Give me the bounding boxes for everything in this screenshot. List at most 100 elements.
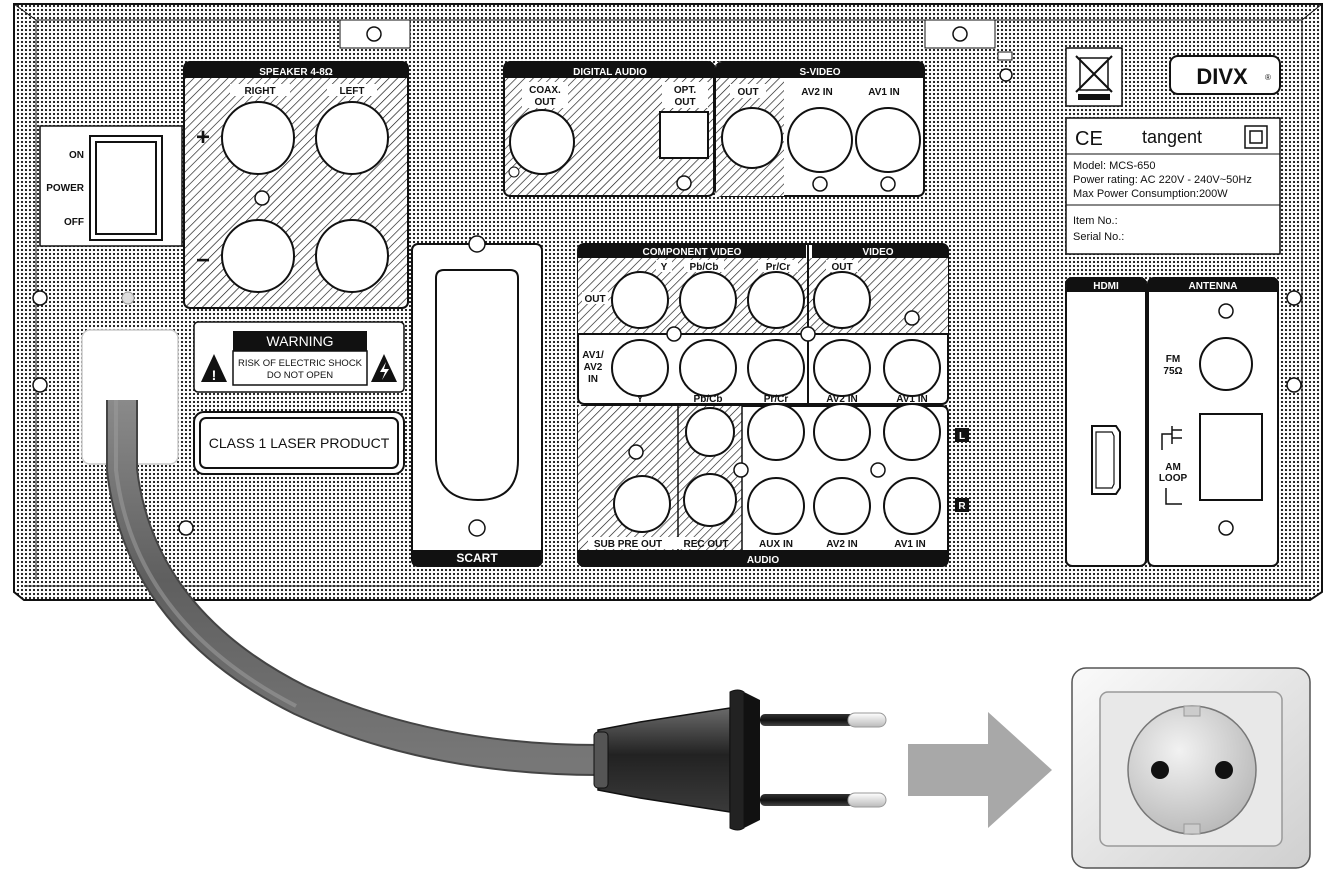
cv-avin-label-1: AV1/ xyxy=(582,350,604,361)
am-loop-label: LOOP xyxy=(1159,473,1188,484)
cv-out-label: OUT xyxy=(584,294,605,305)
av2-in-r-jack[interactable] xyxy=(813,477,871,535)
power-switch-panel: ON POWER OFF xyxy=(39,125,183,247)
rating-model: Model: MCS-650 xyxy=(1073,160,1156,172)
rec-out-l-jack[interactable] xyxy=(685,407,735,457)
av2-in-l-jack[interactable] xyxy=(813,403,871,461)
speaker-right-minus-terminal[interactable] xyxy=(221,219,295,293)
rec-out-label: REC OUT xyxy=(684,539,729,550)
divx-text: DIVX xyxy=(1196,64,1248,89)
optical-out-port[interactable] xyxy=(659,111,709,159)
am-label: AM xyxy=(1165,462,1181,473)
cv-avin-label-3: IN xyxy=(588,374,598,385)
sub-pre-out-jack[interactable] xyxy=(613,475,671,533)
power-on-label: ON xyxy=(69,150,84,161)
svideo-out-jack[interactable] xyxy=(721,107,783,169)
insert-arrow-icon xyxy=(908,712,1052,828)
aux-in-r-jack[interactable] xyxy=(747,477,805,535)
wall-socket xyxy=(1071,667,1311,869)
audio-av1-label: AV1 IN xyxy=(894,539,926,550)
svideo-header: S-VIDEO xyxy=(799,67,840,78)
speaker-plus-label: + xyxy=(196,124,210,151)
antenna-header: ANTENNA xyxy=(1189,281,1238,292)
rear-panel-diagram: ON POWER OFF SPEAKER 4-8Ω RIGHT LEFT + −… xyxy=(13,3,1323,869)
warning-title: WARNING xyxy=(266,333,333,349)
power-plug xyxy=(593,689,887,831)
speaker-left-plus-terminal[interactable] xyxy=(315,101,389,175)
cv-avin-label-2: AV2 xyxy=(584,362,603,373)
component-video-header: COMPONENT VIDEO xyxy=(643,247,742,258)
power-off-label: OFF xyxy=(64,217,84,228)
video-out-jack[interactable] xyxy=(813,271,871,329)
svideo-av1-jack[interactable] xyxy=(855,107,921,173)
brand-name: tangent xyxy=(1142,127,1202,147)
opt-label-line1: OPT. xyxy=(674,85,696,96)
fm-ohm-label: 75Ω xyxy=(1163,366,1182,377)
speaker-section: SPEAKER 4-8Ω RIGHT LEFT + − xyxy=(183,61,409,309)
power-label: POWER xyxy=(46,183,85,194)
video-av1-in-jack[interactable] xyxy=(883,339,941,397)
hdmi-header: HDMI xyxy=(1093,281,1119,292)
cv-pb-in-jack[interactable] xyxy=(679,339,737,397)
cv-pr-in-jack[interactable] xyxy=(747,339,805,397)
scart-connector[interactable] xyxy=(435,269,519,502)
socket-hole-left xyxy=(1151,761,1169,779)
warning-line1: RISK OF ELECTRIC SHOCK xyxy=(238,358,363,369)
svideo-av2-label: AV2 IN xyxy=(801,87,833,98)
fm-antenna-jack[interactable] xyxy=(1199,337,1253,391)
cv-y-in-jack[interactable] xyxy=(611,339,669,397)
antenna-section: ANTENNA FM 75Ω AM LOOP xyxy=(1147,277,1279,567)
rec-out-r-jack[interactable] xyxy=(683,473,737,527)
warning-label: WARNING RISK OF ELECTRIC SHOCK DO NOT OP… xyxy=(193,321,405,393)
rating-max: Max Power Consumption:200W xyxy=(1073,188,1228,200)
video-av2-in-jack[interactable] xyxy=(813,339,871,397)
svideo-av2-jack[interactable] xyxy=(787,107,853,173)
cv-pb-out-jack[interactable] xyxy=(679,271,737,329)
hdmi-section: HDMI xyxy=(1065,277,1147,567)
svg-text:!: ! xyxy=(212,367,217,383)
speaker-header: SPEAKER 4-8Ω xyxy=(259,67,333,78)
speaker-minus-label: − xyxy=(196,247,210,274)
speaker-left-minus-terminal[interactable] xyxy=(315,219,389,293)
cv-y-label: Y xyxy=(661,262,668,273)
fm-label: FM xyxy=(1166,354,1180,365)
svideo-av1-label: AV1 IN xyxy=(868,87,900,98)
cv-pr-out-jack[interactable] xyxy=(747,271,805,329)
scart-section: SCART xyxy=(411,235,543,567)
rating-item: Item No.: xyxy=(1073,215,1118,227)
video-header: VIDEO xyxy=(862,247,893,258)
laser-text: CLASS 1 LASER PRODUCT xyxy=(209,435,390,451)
audio-av2-label: AV2 IN xyxy=(826,539,858,550)
av1-in-l-jack[interactable] xyxy=(883,403,941,461)
audio-l-marker: L xyxy=(959,431,965,442)
opt-label-line2: OUT xyxy=(674,97,695,108)
cv-y-in-label: Y xyxy=(637,394,644,405)
am-loop-terminal[interactable] xyxy=(1199,413,1263,501)
coax-label-line1: COAX. xyxy=(529,85,561,96)
speaker-left-label: LEFT xyxy=(340,86,365,97)
ce-mark: CE xyxy=(1075,128,1103,150)
audio-r-marker: R xyxy=(958,501,966,512)
coax-out-jack[interactable] xyxy=(509,109,575,175)
svg-text:®: ® xyxy=(1265,73,1271,82)
aux-in-label: AUX IN xyxy=(759,539,793,550)
cv-pb-in-label: Pb/Cb xyxy=(694,394,723,405)
rating-serial: Serial No.: xyxy=(1073,231,1124,243)
scart-label: SCART xyxy=(456,551,498,565)
aux-in-l-jack[interactable] xyxy=(747,403,805,461)
rating-power: Power rating: AC 220V - 240V~50Hz xyxy=(1073,174,1252,186)
component-video-section: COMPONENT VIDEO VIDEO Y Pb/Cb Pr/Cr OUT … xyxy=(577,243,949,405)
laser-label: CLASS 1 LASER PRODUCT xyxy=(193,411,405,475)
digital-audio-header: DIGITAL AUDIO xyxy=(573,67,647,78)
rating-label: CE tangent Model: MCS-650 Power rating: … xyxy=(1065,117,1281,255)
digital-audio-section: DIGITAL AUDIO COAX. OUT OPT. OUT xyxy=(503,61,715,197)
weee-bin-icon xyxy=(1065,47,1123,107)
speaker-right-label: RIGHT xyxy=(244,86,275,97)
speaker-right-plus-terminal[interactable] xyxy=(221,101,295,175)
divx-logo: DIVX ® xyxy=(1169,55,1281,95)
svideo-section: S-VIDEO OUT AV2 IN AV1 IN xyxy=(715,61,925,197)
coax-label-line2: OUT xyxy=(534,97,555,108)
cv-y-out-jack[interactable] xyxy=(611,271,669,329)
av1-in-r-jack[interactable] xyxy=(883,477,941,535)
socket-hole-right xyxy=(1215,761,1233,779)
